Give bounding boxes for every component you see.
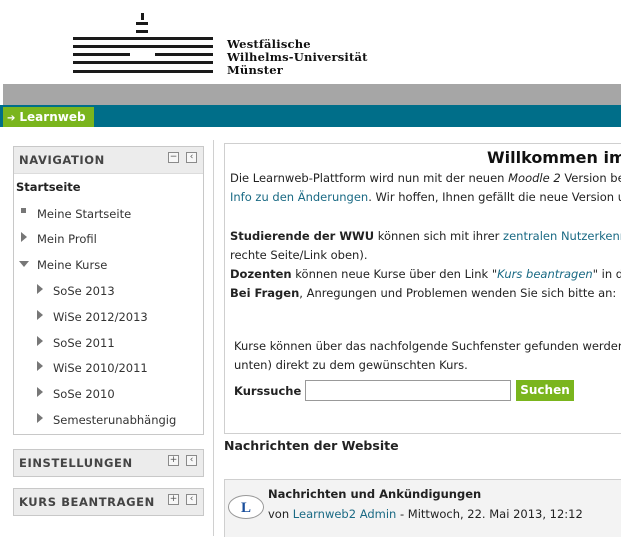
bullet-square-icon <box>21 208 26 213</box>
dock-icon[interactable]: ‹ <box>186 152 197 163</box>
nav-meine-kurse[interactable]: Meine Kurse <box>37 258 107 272</box>
header-grey-bar <box>3 84 621 105</box>
news-author-link[interactable]: Learnweb2 Admin <box>293 507 397 521</box>
dozenten-text: " in d <box>592 267 621 281</box>
tab-learnweb[interactable]: ➔ Learnweb <box>3 107 94 127</box>
fragen-label: Bei Fragen <box>230 286 300 300</box>
nav-course-item[interactable]: Semesterunabhängig <box>53 413 176 427</box>
intro-line-1: Die Learnweb-Plattform wird nun mit der … <box>230 171 621 185</box>
kurssuche-input[interactable] <box>305 380 511 401</box>
kurs-beantragen-title: KURS BEANTRAGEN <box>19 495 155 509</box>
nav-course-item[interactable]: SoSe 2011 <box>53 336 115 350</box>
expand-arrow-icon[interactable] <box>37 284 43 294</box>
nav-course-item[interactable]: WiSe 2010/2011 <box>53 361 148 375</box>
nav-mein-profil[interactable]: Mein Profil <box>37 232 97 246</box>
moodle-version-text: Moodle 2 <box>508 171 561 185</box>
fragen-text: , Anregungen und Problemen wenden Sie si… <box>299 286 621 300</box>
welcome-title: Willkommen im <box>487 148 621 167</box>
search-info-line-2: unten) direkt zu dem gewünschten Kurs. <box>234 358 468 372</box>
intro-line-2: Info zu den Änderungen. Wir hoffen, Ihne… <box>230 190 621 204</box>
sidebar-divider <box>213 140 214 536</box>
search-info-line-1: Kurse können über das nachfolgende Suchf… <box>234 339 621 353</box>
news-post-meta: von Learnweb2 Admin - Mittwoch, 22. Mai … <box>268 507 583 521</box>
expand-arrow-icon[interactable] <box>37 336 43 346</box>
dozenten-text: können neue Kurse über den Link " <box>291 267 498 281</box>
expand-arrow-icon[interactable] <box>37 361 43 371</box>
info-changes-link[interactable]: Info zu den Änderungen <box>230 190 368 204</box>
intro-text: . Wir hoffen, Ihnen gefällt die neue Ver… <box>368 190 621 204</box>
expand-arrow-icon[interactable] <box>37 387 43 397</box>
expand-arrow-icon[interactable] <box>21 232 27 242</box>
intro-text: Version be <box>560 171 621 185</box>
kurs-beantragen-block: KURS BEANTRAGEN + ‹ <box>13 488 204 516</box>
expand-arrow-icon[interactable] <box>37 310 43 320</box>
collapse-arrow-icon[interactable] <box>19 261 29 267</box>
news-section-title: Nachrichten der Website <box>224 438 399 453</box>
dock-icon[interactable]: ‹ <box>186 455 197 466</box>
studierende-line: Studierende der WWU können sich mit ihre… <box>230 229 621 243</box>
einstellungen-title: EINSTELLUNGEN <box>19 456 133 470</box>
nav-course-item[interactable]: SoSe 2013 <box>53 284 115 298</box>
news-by-text: von <box>268 507 293 521</box>
nav-startseite[interactable]: Startseite <box>16 180 81 194</box>
expand-icon[interactable]: + <box>168 455 179 466</box>
learnweb-logo-icon: L <box>228 495 264 519</box>
dock-icon[interactable]: ‹ <box>186 494 197 505</box>
nav-course-item[interactable]: SoSe 2010 <box>53 387 115 401</box>
university-name-line3: Münster <box>227 63 284 77</box>
kurs-beantragen-link[interactable]: Kurs beantragen <box>497 267 593 281</box>
kurssuche-label: Kurssuche <box>234 384 302 398</box>
nav-course-item[interactable]: WiSe 2012/2013 <box>53 310 148 324</box>
svg-text:L: L <box>241 500 251 516</box>
studierende-text: können sich mit ihrer <box>374 229 504 243</box>
expand-arrow-icon[interactable] <box>37 413 43 423</box>
nutzerkennung-link[interactable]: zentralen Nutzerkenn <box>503 229 621 243</box>
tab-learnweb-label: Learnweb <box>19 110 86 124</box>
studierende-line-2: rechte Seite/Link oben). <box>230 248 368 262</box>
arrow-right-icon: ➔ <box>7 113 16 124</box>
page-header: Westfälische Wilhelms-Universität Münste… <box>0 0 621 84</box>
einstellungen-block: EINSTELLUNGEN + ‹ <box>13 449 204 477</box>
news-forum-title[interactable]: Nachrichten und Ankündigungen <box>268 487 481 501</box>
news-date: - Mittwoch, 22. Mai 2013, 12:12 <box>396 507 583 521</box>
kurs-beantragen-block-header: KURS BEANTRAGEN + ‹ <box>14 489 203 515</box>
studierende-label: Studierende der WWU <box>230 229 375 243</box>
suchen-button[interactable]: Suchen <box>516 380 574 401</box>
fragen-line: Bei Fragen, Anregungen und Problemen wen… <box>230 286 621 300</box>
collapse-icon[interactable]: − <box>168 152 179 163</box>
nav-meine-startseite[interactable]: Meine Startseite <box>37 207 131 221</box>
navigation-block-header: NAVIGATION − ‹ <box>14 147 203 174</box>
dozenten-line: Dozenten können neue Kurse über den Link… <box>230 267 621 281</box>
expand-icon[interactable]: + <box>168 494 179 505</box>
einstellungen-block-header: EINSTELLUNGEN + ‹ <box>14 450 203 476</box>
intro-text: Die Learnweb-Plattform wird nun mit der … <box>230 171 509 185</box>
navigation-title: NAVIGATION <box>19 153 105 167</box>
dozenten-label: Dozenten <box>230 267 292 281</box>
